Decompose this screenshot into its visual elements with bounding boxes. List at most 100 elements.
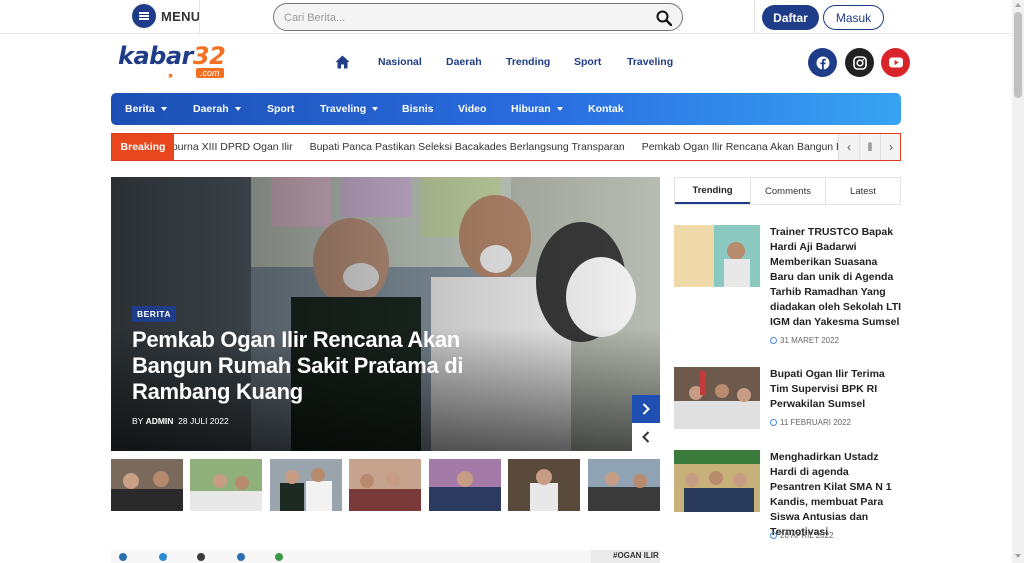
nav-label: Sport (267, 103, 295, 115)
header-nav-daerah[interactable]: Daerah (446, 56, 482, 68)
chevron-right-icon: › (889, 140, 893, 154)
ticker-item[interactable]: Bupati Panca Pastikan Seleksi Bacakades … (310, 141, 625, 153)
nav-label: Bisnis (402, 103, 434, 115)
category-badge[interactable]: BERITA (132, 306, 177, 322)
tab-latest[interactable]: Latest (826, 178, 900, 204)
ticker-prev-button[interactable]: ‹ (838, 134, 859, 160)
home-icon[interactable] (335, 55, 350, 69)
article-title[interactable]: Bupati Ogan Ilir Terima Tim Supervisi BP… (770, 367, 902, 412)
chevron-left-icon: ‹ (847, 140, 851, 154)
nav-item-bisnis[interactable]: Bisnis (402, 103, 434, 115)
article-date: 20 APRIL 2022 (770, 531, 834, 540)
facebook-icon (816, 56, 829, 69)
search-icon[interactable] (656, 10, 672, 26)
article-date: 31 MARET 2022 (770, 336, 839, 345)
ad-banner[interactable]: #OGAN ILIR (111, 550, 660, 563)
youtube-button[interactable] (881, 48, 910, 77)
header-nav-nasional[interactable]: Nasional (378, 56, 422, 68)
banner-tag: #OGAN ILIR (613, 551, 659, 560)
nav-label: Kontak (588, 103, 624, 115)
date-text: 11 FEBRUARI 2022 (780, 418, 851, 427)
search-input[interactable] (284, 9, 644, 26)
slider-prev-button[interactable] (632, 423, 660, 451)
thumbnail[interactable] (349, 459, 421, 511)
logo-suffix: .com (196, 68, 224, 78)
thumbnail[interactable] (270, 459, 342, 511)
header-nav-trending[interactable]: Trending (506, 56, 550, 68)
chevron-right-icon (642, 403, 650, 415)
instagram-button[interactable] (845, 48, 874, 77)
site-logo[interactable]: kabar32 ››› .com (118, 42, 248, 82)
hero-date: 28 JULI 2022 (178, 416, 229, 426)
hero-author[interactable]: ADMIN (146, 416, 174, 426)
page-scrollbar[interactable] (1012, 0, 1024, 563)
pause-icon: ǁ (867, 140, 873, 154)
logo-number-text: 32 (192, 42, 226, 70)
by-prefix: BY (132, 416, 144, 426)
chevron-down-icon (160, 107, 167, 112)
logo-chevrons: ››› (168, 70, 173, 80)
divider (754, 0, 755, 34)
breaking-ticker: ripurna XIII DPRD Ogan Ilir Bupati Panca… (174, 134, 838, 160)
thumbnail[interactable] (508, 459, 580, 511)
nav-item-traveling[interactable]: Traveling (320, 103, 379, 115)
thumbnail[interactable] (190, 459, 262, 511)
slider-thumbnails (111, 459, 660, 511)
breaking-label: Breaking (112, 134, 174, 160)
sidebar-tabs: Trending Comments Latest (674, 177, 901, 205)
article-date: 11 FEBRUARI 2022 (770, 418, 851, 427)
nav-item-kontak[interactable]: Kontak (588, 103, 624, 115)
scroll-down-arrow[interactable] (1015, 554, 1021, 558)
hero-slider[interactable]: BERITA Pemkab Ogan Ilir Rencana Akan Ban… (111, 177, 660, 451)
nav-item-berita[interactable]: Berita (125, 103, 167, 115)
chevron-left-icon (642, 431, 650, 443)
facebook-button[interactable] (808, 48, 837, 77)
header-nav-sport[interactable]: Sport (574, 56, 601, 68)
thumbnail[interactable] (588, 459, 660, 511)
hero-meta: BY ADMIN 28 JULI 2022 (132, 416, 229, 426)
ticker-next-button[interactable]: › (880, 134, 900, 160)
menu-label[interactable]: MENU (161, 9, 200, 24)
clock-icon (770, 419, 777, 426)
clock-icon (770, 532, 777, 539)
article-title[interactable]: Trainer TRUSTCO Bapak Hardi Aji Badarwi … (770, 225, 902, 330)
ticker-item[interactable]: Pemkab Ogan Ilir Rencana Akan Bangun Rum… (642, 141, 838, 153)
login-button[interactable]: Masuk (823, 5, 884, 30)
date-text: 31 MARET 2022 (780, 336, 839, 345)
clock-icon (770, 337, 777, 344)
menu-icon[interactable] (132, 4, 156, 28)
header-nav-traveling[interactable]: Traveling (627, 56, 673, 68)
hero-title[interactable]: Pemkab Ogan Ilir Rencana Akan Bangun Rum… (132, 327, 492, 405)
nav-label: Hiburan (511, 103, 551, 115)
breaking-news-bar: Breaking ripurna XIII DPRD Ogan Ilir Bup… (111, 133, 901, 161)
tab-comments[interactable]: Comments (750, 178, 826, 204)
ticker-item[interactable]: ripurna XIII DPRD Ogan Ilir (174, 141, 293, 153)
register-button[interactable]: Daftar (762, 5, 819, 30)
article-thumbnail[interactable] (674, 367, 760, 429)
thumbnail[interactable] (429, 459, 501, 511)
scroll-up-arrow[interactable] (1015, 3, 1021, 7)
slider-next-button[interactable] (632, 395, 660, 423)
tab-trending[interactable]: Trending (675, 178, 750, 204)
date-text: 20 APRIL 2022 (780, 531, 834, 540)
chevron-down-icon (372, 107, 379, 112)
main-navigation: Berita Daerah Sport Traveling Bisnis Vid… (111, 93, 901, 125)
nav-label: Traveling (320, 103, 367, 115)
chevron-down-icon (556, 107, 563, 112)
logo-main-text: kabar (118, 42, 193, 70)
nav-label: Berita (125, 103, 155, 115)
scroll-thumb[interactable] (1014, 12, 1022, 98)
search-box (273, 3, 683, 31)
article-title[interactable]: Menghadirkan Ustadz Hardi di agenda Pesa… (770, 450, 902, 540)
ticker-pause-button[interactable]: ǁ (859, 134, 880, 160)
thumbnail[interactable] (111, 459, 183, 511)
divider (199, 0, 200, 34)
top-bar: MENU Daftar Masuk (0, 0, 1012, 34)
article-thumbnail[interactable] (674, 225, 760, 287)
chevron-down-icon (234, 107, 241, 112)
nav-item-video[interactable]: Video (458, 103, 486, 115)
nav-item-hiburan[interactable]: Hiburan (511, 103, 563, 115)
nav-item-daerah[interactable]: Daerah (193, 103, 241, 115)
article-thumbnail[interactable] (674, 450, 760, 512)
nav-item-sport[interactable]: Sport (267, 103, 294, 115)
